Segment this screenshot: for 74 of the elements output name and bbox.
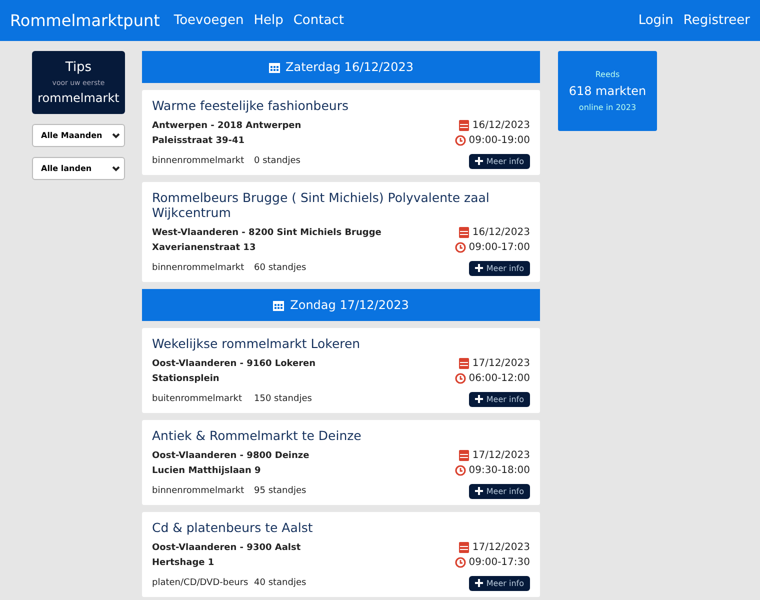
market-date: 17/12/2023 — [472, 450, 530, 461]
calendar-icon — [459, 542, 470, 553]
market-title[interactable]: Warme feestelijke fashionbeurs — [152, 98, 530, 113]
market-address: Lucien Matthijslaan 9 — [152, 466, 261, 476]
market-address: Stationsplein — [152, 374, 220, 384]
stand-count: 0 standjes — [254, 156, 300, 166]
market-time: 09:00-17:30 — [468, 557, 530, 568]
plus-icon — [475, 395, 484, 403]
market-time: 09:00-17:00 — [468, 242, 530, 253]
market-type: buitenrommelmarkt — [152, 394, 243, 404]
tips-main: rommelmarkt — [38, 91, 120, 105]
day-title: Zaterdag 16/12/2023 — [286, 60, 414, 74]
market-date: 16/12/2023 — [472, 120, 530, 131]
market-title[interactable]: Antiek & Rommelmarkt te Deinze — [152, 428, 530, 443]
stats-label: online in 2023 — [578, 103, 636, 112]
calendar-icon — [459, 227, 470, 238]
stats-label: Reeds — [595, 70, 620, 79]
market-date: 17/12/2023 — [472, 542, 530, 553]
more-info-button[interactable]: Meer info — [469, 260, 530, 276]
calendar-icon — [459, 450, 470, 461]
market-time: 09:30-18:00 — [468, 465, 530, 476]
stand-count: 40 standjes — [254, 578, 306, 588]
market-date: 17/12/2023 — [472, 358, 530, 369]
stand-count: 150 standjes — [254, 394, 312, 404]
market-address: Hertshage 1 — [152, 558, 214, 568]
nav-link[interactable]: Login — [638, 13, 674, 28]
market-location: Oost-Vlaanderen - 9300 Aalst — [152, 542, 301, 552]
market-date: 16/12/2023 — [472, 227, 530, 238]
nav-link[interactable]: Toevoegen — [174, 13, 244, 28]
stand-count: 60 standjes — [254, 263, 306, 273]
plus-icon — [475, 264, 484, 272]
more-info-button[interactable]: Meer info — [469, 154, 530, 168]
more-info-button[interactable]: Meer info — [469, 392, 530, 406]
market-address: Paleisstraat 39-41 — [152, 136, 245, 146]
chevron-icon — [112, 132, 120, 138]
plus-icon — [475, 487, 484, 495]
stand-count: 95 standjes — [254, 486, 306, 496]
nav-link[interactable]: Help — [254, 13, 284, 28]
more-info-button[interactable]: Meer info — [469, 484, 530, 498]
filter-select[interactable]: Alle landen — [32, 157, 125, 180]
clock-icon — [454, 373, 466, 384]
chevron-icon — [112, 166, 120, 172]
market-location: West-Vlaanderen - 8200 Sint Michiels Brugge — [152, 228, 382, 238]
nav-link[interactable]: Registreer — [683, 13, 750, 28]
calendar-icon — [273, 300, 284, 310]
clock-icon — [454, 242, 466, 253]
clock-icon — [454, 135, 466, 146]
calendar-icon — [459, 120, 470, 131]
market-title[interactable]: Cd & platenbeurs te Aalst — [152, 520, 530, 535]
market-type: binnenrommelmarkt — [152, 486, 246, 496]
market-address: Xaverianenstraat 13 — [152, 242, 256, 252]
market-location: Oost-Vlaanderen - 9800 Deinze — [152, 450, 310, 460]
stats-count: 618 markten — [568, 84, 646, 98]
tips-title: Tips — [65, 60, 92, 75]
clock-icon — [454, 465, 466, 476]
market-time: 09:00-19:00 — [468, 135, 530, 146]
market-location: Oost-Vlaanderen - 9160 Lokeren — [152, 358, 316, 368]
market-title[interactable]: Rommelbeurs Brugge ( Sint Michiels) Polyvalente zaal Wijkcentrum — [152, 190, 530, 220]
calendar-icon — [459, 358, 470, 369]
more-info-button[interactable]: Meer info — [469, 576, 530, 590]
clock-icon — [454, 557, 466, 568]
filter-select[interactable]: Alle Maanden — [32, 124, 125, 147]
calendar-icon — [268, 62, 280, 72]
day-title: Zondag 17/12/2023 — [290, 298, 409, 312]
brand-link[interactable]: Rommelmarktpunt — [10, 11, 160, 30]
plus-icon — [475, 157, 484, 165]
market-title[interactable]: Wekelijkse rommelmarkt Lokeren — [152, 336, 530, 351]
market-location: Antwerpen - 2018 Antwerpen — [152, 120, 302, 130]
market-type: binnenrommelmarkt — [152, 156, 246, 166]
market-type: platen/CD/DVD-beurs — [152, 578, 250, 588]
market-time: 06:00-12:00 — [468, 373, 530, 384]
market-type: binnenrommelmarkt — [152, 263, 246, 273]
plus-icon — [475, 579, 484, 587]
nav-link[interactable]: Contact — [293, 13, 344, 28]
